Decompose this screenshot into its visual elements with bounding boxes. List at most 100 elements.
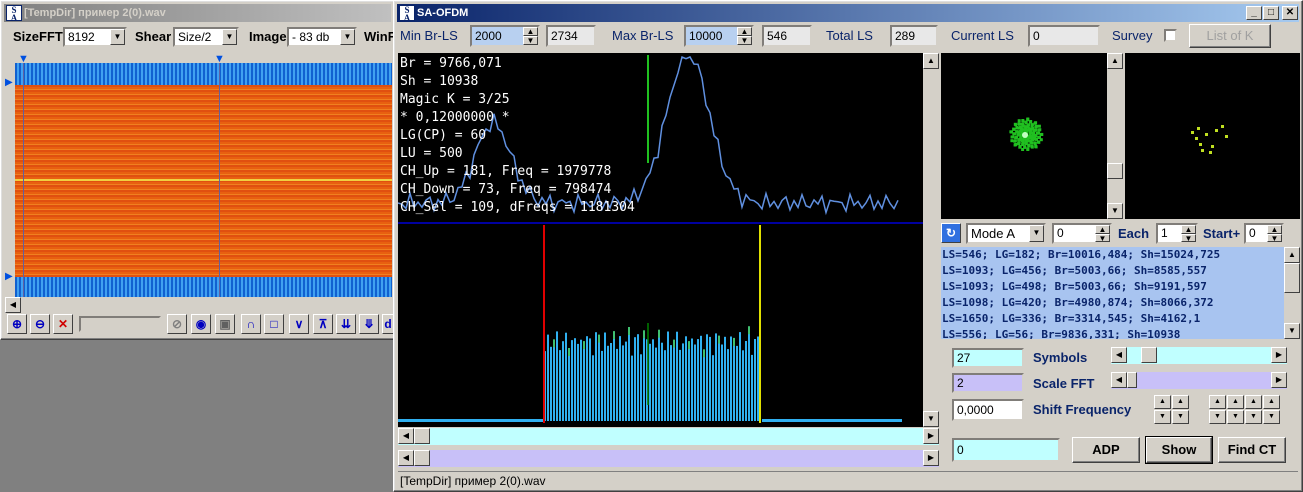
adp-button[interactable]: ADP (1072, 437, 1140, 463)
scroll-left-icon[interactable]: ◀ (1111, 372, 1127, 388)
scale-fft-slider[interactable]: ◀ ▶ (1111, 372, 1287, 389)
spin-up-icon[interactable]: ▲ (1267, 225, 1282, 234)
slider-thumb[interactable] (1141, 347, 1157, 363)
level-marker-top-icon[interactable]: ▶ (5, 77, 13, 88)
constellation-panel-left[interactable] (941, 53, 1107, 219)
list-item[interactable]: LS=1098; LG=420; Br=4980,874; Sh=8066,37… (942, 295, 1284, 311)
step-down-icon[interactable]: ▼ (1172, 410, 1189, 424)
scroll-up-icon[interactable]: ▲ (1284, 247, 1300, 263)
image-select[interactable]: - 83 db ▼ (287, 27, 357, 47)
zoom-out-icon[interactable]: ⊖ (30, 314, 50, 334)
step-down-icon[interactable]: ▼ (1245, 410, 1262, 424)
scroll-down-icon[interactable]: ▼ (1107, 203, 1123, 219)
ls-list-vscroll[interactable]: ▲ ▼ (1284, 247, 1300, 339)
scroll-thumb[interactable] (1284, 263, 1300, 293)
chevron-down-icon[interactable]: ▼ (1029, 225, 1044, 242)
step-up-icon[interactable]: ▲ (1154, 395, 1171, 409)
step-up-icon[interactable]: ▲ (1172, 395, 1189, 409)
sizefft-select[interactable]: 8192 ▼ (63, 27, 127, 47)
cursor-marker-right-icon[interactable]: ▼ (214, 53, 225, 65)
scroll-up-icon[interactable]: ▲ (923, 53, 939, 69)
shear-select[interactable]: Size/2 ▼ (173, 27, 239, 47)
minimize-icon[interactable]: _ (1246, 6, 1262, 20)
circle-slash-icon[interactable]: ⊘ (167, 314, 187, 334)
spin-down-icon[interactable]: ▼ (1095, 233, 1110, 242)
arrows-down-icon[interactable]: ⇊ (336, 314, 356, 334)
scroll-thumb[interactable] (414, 450, 430, 466)
spectrum-panel[interactable]: Br = 9766,071 Sh = 10938 Magic K = 3/25 … (398, 53, 923, 427)
list-item[interactable]: LS=556; LG=56; Br=9836,331; Sh=10938 (942, 327, 1284, 339)
arch-icon[interactable]: ∩ (241, 314, 261, 334)
step-down-icon[interactable]: ▼ (1209, 410, 1226, 424)
scroll-right-icon[interactable]: ▶ (1271, 347, 1287, 363)
scroll-right-icon[interactable]: ▶ (1271, 372, 1287, 388)
ofdm-titlebar[interactable]: SA SA-OFDM (397, 4, 1299, 22)
list-of-k-button[interactable]: List of K (1189, 24, 1271, 48)
shift-stepper-pair[interactable]: ▲ ▲ ▼ ▼ (1154, 395, 1190, 425)
scroll-left-icon[interactable]: ◀ (1111, 347, 1127, 363)
find-ct-button[interactable]: Find CT (1218, 437, 1286, 463)
spectrum-hscroll-2[interactable]: ◀ ▶ (398, 450, 939, 467)
anchor-icon[interactable]: ⊼ (313, 314, 333, 334)
refresh-icon[interactable]: ↻ (941, 223, 961, 243)
scale-fft-input[interactable]: 2 (952, 373, 1024, 393)
close-icon[interactable]: ✕ (1282, 6, 1298, 20)
spin-down-icon[interactable]: ▼ (1267, 233, 1282, 242)
spectrum-vscroll[interactable]: ▲ ▼ (923, 53, 939, 427)
mode-spin[interactable]: 0 ▲ ▼ (1052, 223, 1112, 244)
chevron-down-icon[interactable]: ▼ (110, 29, 125, 45)
cursor-marker-left-icon[interactable]: ▼ (18, 53, 29, 65)
frame-icon[interactable]: ▣ (215, 314, 235, 334)
scroll-down-icon[interactable]: ▼ (1284, 323, 1300, 339)
min-brls-input[interactable]: 2000 ▲ ▼ (470, 25, 540, 47)
step-down-icon[interactable]: ▼ (1263, 410, 1280, 424)
each-spin[interactable]: 1 ▲ ▼ (1156, 223, 1198, 244)
survey-checkbox[interactable] (1164, 29, 1177, 42)
spin-up-icon[interactable]: ▲ (523, 27, 538, 36)
spin-down-icon[interactable]: ▼ (1181, 233, 1196, 242)
scroll-left-icon[interactable]: ◀ (398, 428, 414, 444)
square-icon[interactable]: □ (264, 314, 284, 334)
maximize-icon[interactable]: □ (1263, 6, 1279, 20)
spectrum-hscroll[interactable]: ◀ ▶ (398, 428, 939, 445)
scroll-thumb[interactable] (414, 428, 430, 444)
step-down-icon[interactable]: ▼ (1154, 410, 1171, 424)
chevron-down-icon[interactable]: ▼ (340, 29, 355, 45)
scroll-left-icon[interactable]: ◀ (398, 450, 414, 466)
spin-up-icon[interactable]: ▲ (737, 27, 752, 36)
spin-up-icon[interactable]: ▲ (1181, 225, 1196, 234)
scroll-down-icon[interactable]: ▼ (923, 411, 939, 427)
max-brls-input[interactable]: 10000 ▲ ▼ (684, 25, 754, 47)
list-item[interactable]: LS=1093; LG=498; Br=5003,66; Sh=9191,597 (942, 279, 1284, 295)
scroll-up-icon[interactable]: ▲ (1107, 53, 1123, 69)
scroll-left-icon[interactable]: ◀ (5, 297, 21, 313)
list-item[interactable]: LS=546; LG=182; Br=10016,484; Sh=15024,7… (942, 247, 1284, 263)
slider-thumb[interactable] (1127, 372, 1137, 388)
symbols-slider[interactable]: ◀ ▶ (1111, 347, 1287, 364)
spin-up-icon[interactable]: ▲ (1095, 225, 1110, 234)
list-item[interactable]: LS=1650; LG=336; Br=3314,545; Sh=4162,1 (942, 311, 1284, 327)
spectrogram-canvas[interactable]: ▼ ▼ ▶ ▶ (5, 53, 392, 297)
valley-icon[interactable]: ∨ (289, 314, 309, 334)
triple-arrows-icon[interactable]: ⤋ (359, 314, 379, 334)
step-up-icon[interactable]: ▲ (1209, 395, 1226, 409)
spin-down-icon[interactable]: ▼ (737, 36, 752, 45)
level-marker-bottom-icon[interactable]: ▶ (5, 271, 13, 282)
scroll-right-icon[interactable]: ▶ (923, 450, 939, 466)
spectrogram-titlebar[interactable]: SA [TempDir] пример 2(0).wav (4, 4, 391, 22)
step-down-icon[interactable]: ▼ (1227, 410, 1244, 424)
ls-list[interactable]: LS=546; LG=182; Br=10016,484; Sh=15024,7… (941, 247, 1284, 339)
mode-select[interactable]: Mode A ▼ (966, 223, 1046, 244)
step-up-icon[interactable]: ▲ (1227, 395, 1244, 409)
scroll-right-icon[interactable]: ▶ (923, 428, 939, 444)
spin-down-icon[interactable]: ▼ (523, 36, 538, 45)
spectrogram-hscroll[interactable]: ◀ (5, 297, 392, 313)
chevron-down-icon[interactable]: ▼ (222, 29, 237, 45)
list-item[interactable]: LS=1093; LG=456; Br=5003,66; Sh=8585,557 (942, 263, 1284, 279)
step-up-icon[interactable]: ▲ (1245, 395, 1262, 409)
zoom-in-icon[interactable]: ⊕ (7, 314, 27, 334)
symbols-input[interactable]: 27 (952, 348, 1024, 368)
result-input[interactable]: 0 (952, 438, 1060, 462)
step-up-icon[interactable]: ▲ (1263, 395, 1280, 409)
start-spin[interactable]: 0 ▲ ▼ (1244, 223, 1284, 244)
